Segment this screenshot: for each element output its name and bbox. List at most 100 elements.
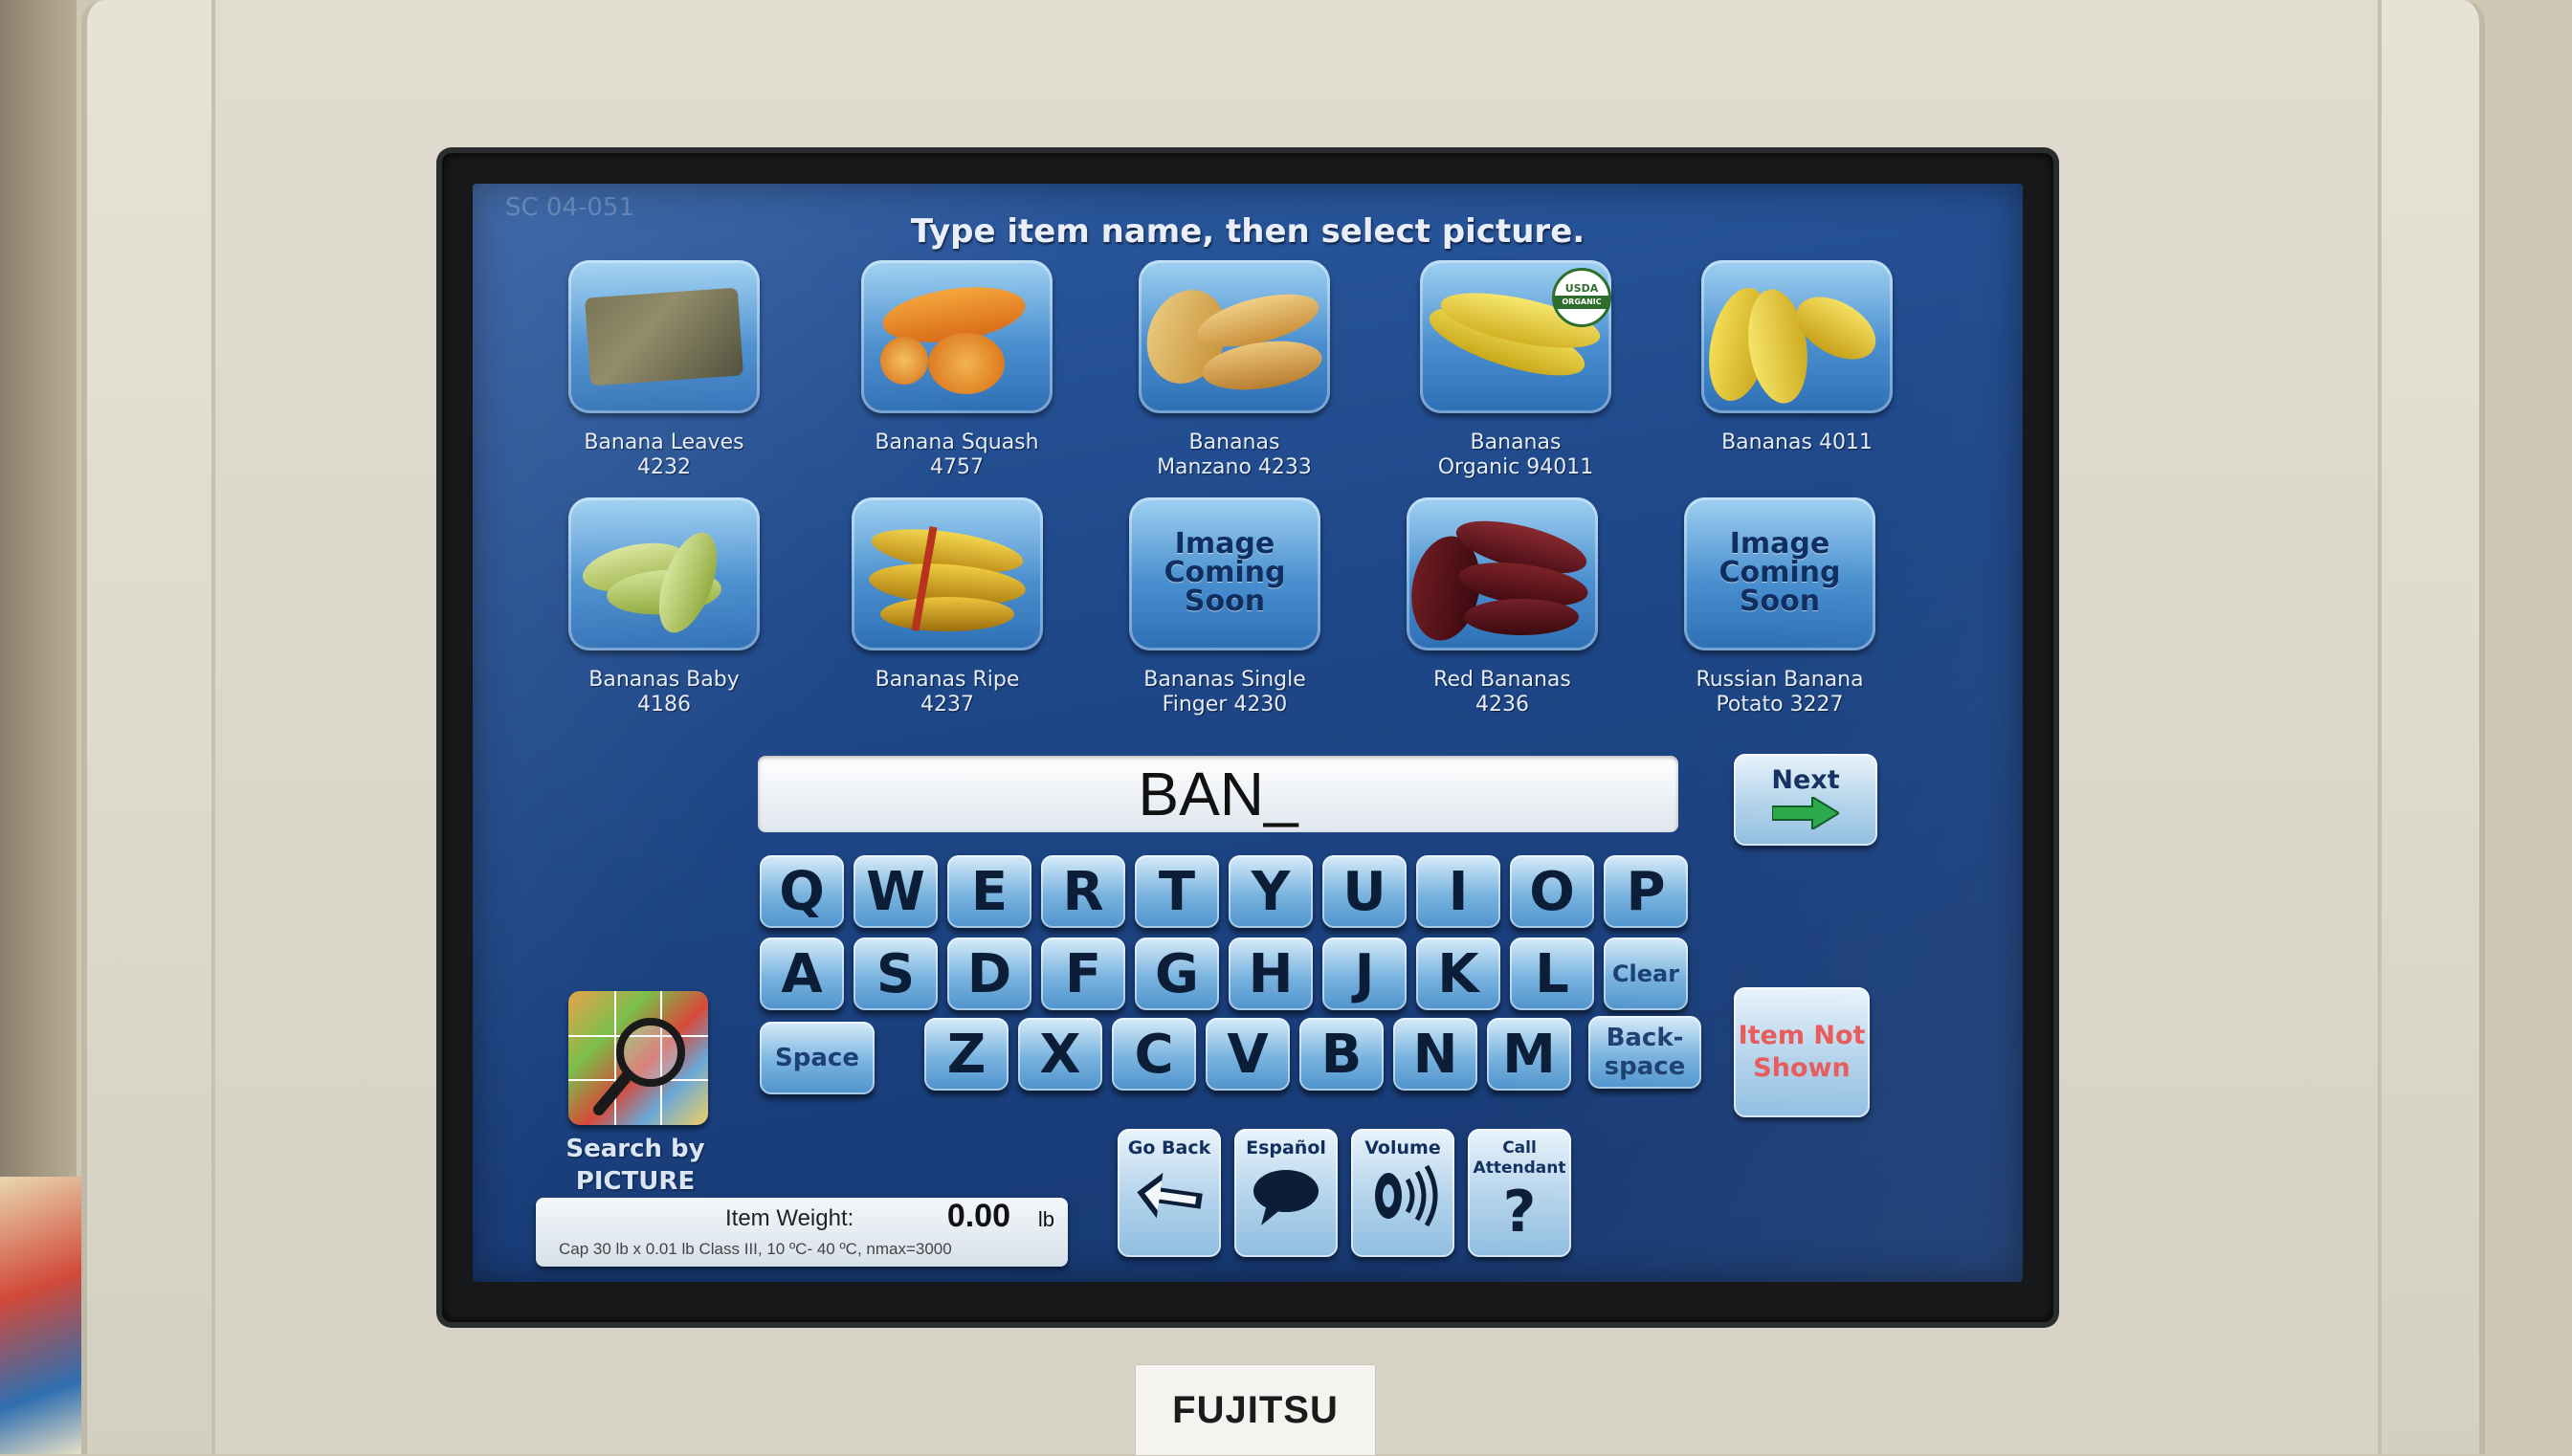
image-coming-soon-placeholder: Image Coming Soon — [1129, 497, 1320, 651]
key-n[interactable]: N — [1393, 1018, 1477, 1091]
product-red-bananas[interactable]: Red Bananas 4236 — [1368, 497, 1636, 737]
product-name: Bananas — [1470, 430, 1562, 454]
product-name: Bananas 4011 — [1721, 430, 1873, 454]
key-k[interactable]: K — [1416, 938, 1500, 1010]
volume-label: Volume — [1364, 1137, 1441, 1158]
key-p[interactable]: P — [1604, 855, 1688, 928]
product-code: 4757 — [930, 455, 984, 479]
scale-capacity-text: Cap 30 lb x 0.01 lb Class III, 10 ºC- 40… — [559, 1240, 952, 1258]
bananas-manzano-image — [1139, 260, 1330, 413]
volume-button[interactable]: Volume — [1351, 1129, 1454, 1257]
key-o[interactable]: O — [1510, 855, 1594, 928]
touch-screen: SC 04-051 Type item name, then select pi… — [473, 184, 2023, 1282]
usda-organic-badge: USDA ORGANIC — [1552, 268, 1611, 327]
red-bananas-image — [1407, 497, 1598, 651]
key-i[interactable]: I — [1416, 855, 1500, 928]
key-c[interactable]: C — [1112, 1018, 1196, 1091]
espanol-button[interactable]: Español — [1234, 1129, 1338, 1257]
badge-line2: ORGANIC — [1555, 296, 1608, 309]
product-name: Bananas Ripe — [875, 668, 1020, 692]
product-banana-leaves[interactable]: Banana Leaves 4232 — [530, 260, 798, 499]
bananas-image — [1701, 260, 1893, 413]
key-g[interactable]: G — [1135, 938, 1219, 1010]
placeholder-line3: Soon — [1739, 585, 1821, 618]
bananas-organic-image: USDA ORGANIC — [1420, 260, 1611, 413]
product-code: 4186 — [637, 693, 691, 717]
space-button[interactable]: Space — [760, 1022, 875, 1094]
product-bananas-manzano[interactable]: Bananas Manzano 4233 — [1100, 260, 1368, 499]
item-not-shown-button[interactable]: Item Not Shown — [1734, 987, 1870, 1117]
weight-label: Item Weight: — [725, 1205, 854, 1231]
backspace-label-line1: Back- — [1606, 1024, 1684, 1052]
key-u[interactable]: U — [1322, 855, 1407, 928]
placeholder-line3: Soon — [1184, 585, 1266, 618]
product-bananas-ripe[interactable]: Bananas Ripe 4237 — [813, 497, 1081, 737]
product-bananas-organic[interactable]: USDA ORGANIC Bananas Organic 94011 — [1382, 260, 1650, 499]
key-r[interactable]: R — [1041, 855, 1125, 928]
weight-value: 0.00 — [946, 1198, 1010, 1234]
product-name: Bananas Baby — [588, 668, 740, 692]
key-l[interactable]: L — [1510, 938, 1594, 1010]
back-arrow-icon — [1137, 1172, 1203, 1219]
product-name: Banana Leaves — [584, 430, 744, 454]
key-e[interactable]: E — [947, 855, 1031, 928]
product-code: 4232 — [637, 455, 691, 479]
key-f[interactable]: F — [1041, 938, 1125, 1010]
key-a[interactable]: A — [760, 938, 844, 1010]
key-x[interactable]: X — [1018, 1018, 1102, 1091]
clear-button[interactable]: Clear — [1604, 938, 1688, 1010]
magazine-rack — [0, 1177, 91, 1454]
key-t[interactable]: T — [1135, 855, 1219, 928]
key-s[interactable]: S — [854, 938, 938, 1010]
item-not-shown-line1: Item Not — [1738, 1021, 1866, 1050]
product-code: 4236 — [1475, 693, 1529, 717]
vendor-label: FUJITSU — [1135, 1364, 1376, 1456]
badge-line1: USDA — [1564, 282, 1599, 295]
key-y[interactable]: Y — [1229, 855, 1313, 928]
product-bananas[interactable]: Bananas 4011 — [1663, 260, 1931, 499]
product-name: Bananas Single — [1143, 668, 1306, 692]
key-v[interactable]: V — [1206, 1018, 1290, 1091]
backspace-button[interactable]: Back- space — [1588, 1016, 1701, 1089]
product-code: 4237 — [920, 693, 974, 717]
product-code: Potato 3227 — [1716, 693, 1844, 717]
image-coming-soon-placeholder: Image Coming Soon — [1684, 497, 1875, 651]
product-name: Red Bananas — [1433, 668, 1571, 692]
key-z[interactable]: Z — [924, 1018, 1009, 1091]
product-bananas-single-finger[interactable]: Image Coming Soon Bananas Single Finger 423… — [1091, 497, 1359, 737]
banana-leaves-image — [568, 260, 760, 413]
arrow-right-icon — [1772, 797, 1839, 829]
key-w[interactable]: W — [854, 855, 938, 928]
product-name: Bananas — [1188, 430, 1280, 454]
instruction-heading: Type item name, then select picture. — [910, 212, 1585, 251]
product-code: Manzano 4233 — [1157, 455, 1312, 479]
product-code: Finger 4230 — [1162, 693, 1288, 717]
product-banana-squash[interactable]: Banana Squash 4757 — [823, 260, 1091, 499]
key-b[interactable]: B — [1299, 1018, 1384, 1091]
speaker-icon — [1375, 1164, 1438, 1227]
next-label: Next — [1771, 765, 1840, 795]
search-by-picture-line1: Search by — [565, 1135, 705, 1163]
call-attendant-button[interactable]: Call Attendant ? — [1468, 1129, 1571, 1257]
product-bananas-baby[interactable]: Bananas Baby 4186 — [530, 497, 798, 737]
search-input[interactable]: BAN_ — [758, 756, 1678, 832]
product-code: Organic 94011 — [1437, 455, 1594, 479]
weight-unit: lb — [1037, 1207, 1054, 1231]
weight-display: Item Weight: 0.00 lb Cap 30 lb x 0.01 lb… — [536, 1198, 1068, 1267]
espanol-label: Español — [1246, 1137, 1326, 1158]
question-mark-icon: ? — [1502, 1179, 1537, 1246]
go-back-button[interactable]: Go Back — [1118, 1129, 1221, 1257]
go-back-label: Go Back — [1127, 1137, 1211, 1158]
key-d[interactable]: D — [947, 938, 1031, 1010]
key-m[interactable]: M — [1487, 1018, 1571, 1091]
key-q[interactable]: Q — [760, 855, 844, 928]
key-h[interactable]: H — [1229, 938, 1313, 1010]
next-button[interactable]: Next — [1734, 754, 1877, 846]
call-attendant-line1: Call — [1502, 1138, 1537, 1158]
call-attendant-line2: Attendant — [1473, 1158, 1566, 1178]
search-by-picture-button[interactable]: Search by PICTURE — [549, 991, 721, 1211]
key-j[interactable]: J — [1322, 938, 1407, 1010]
bananas-baby-image — [568, 497, 760, 651]
backspace-label-line2: space — [1604, 1052, 1686, 1081]
product-russian-banana-potato[interactable]: Image Coming Soon Russian Banana Potato 322… — [1646, 497, 1914, 737]
